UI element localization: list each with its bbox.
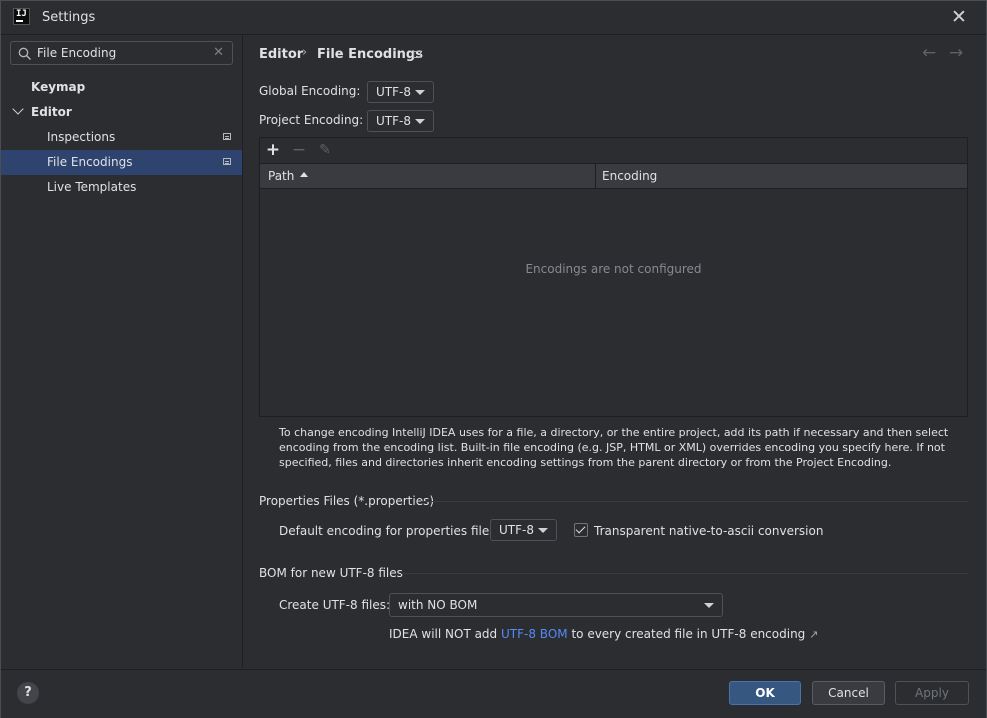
bom-note-prefix: IDEA will NOT add [389, 627, 498, 641]
select-value: UTF-8 [376, 85, 411, 99]
create-utf8-select[interactable]: with NO BOM [389, 593, 723, 617]
breadcrumb-separator: › [302, 45, 308, 60]
sidebar-item-live-templates[interactable]: Live Templates [1, 175, 242, 200]
settings-content: Editor › File Encodings ← → Global Encod… [243, 35, 986, 668]
sidebar-item-inspections[interactable]: Inspections [1, 125, 242, 150]
forward-arrow-icon[interactable]: → [949, 43, 963, 63]
close-icon[interactable]: ✕ [949, 7, 969, 27]
sidebar-item-label: File Encodings [47, 155, 133, 169]
empty-table-text: Encodings are not configured [525, 262, 702, 276]
dropdown-arrow-icon [415, 119, 425, 124]
title-bar: IJ Settings ✕ [1, 1, 986, 35]
sidebar-item-keymap[interactable]: Keymap [1, 75, 242, 100]
breadcrumb-parent[interactable]: Editor [259, 47, 303, 62]
global-encoding-select[interactable]: UTF-8 [367, 81, 434, 103]
clear-search-icon[interactable]: ✕ [213, 45, 224, 61]
properties-section-title: Properties Files (*.properties) [259, 494, 435, 508]
window-title: Settings [42, 10, 96, 25]
dropdown-arrow-icon [415, 90, 425, 95]
search-icon [18, 47, 31, 60]
project-encoding-label: Project Encoding: [259, 113, 364, 127]
project-scope-icon [413, 51, 421, 58]
sidebar-item-label: Inspections [47, 130, 116, 144]
intellij-logo-icon: IJ [13, 8, 30, 25]
sidebar-item-label: Editor [31, 105, 72, 119]
modified-settings-icon [223, 133, 231, 140]
table-header: Path Encoding [260, 163, 967, 189]
utf8-bom-link[interactable]: UTF-8 BOM [501, 627, 568, 641]
edit-icon[interactable]: ✎ [316, 140, 334, 160]
dialog-footer: ? OK Cancel Apply [1, 669, 986, 718]
external-link-icon: ↗ [809, 628, 819, 641]
settings-dialog: IJ Settings ✕ ✕ Keymap Editor Inspection… [0, 0, 987, 718]
encodings-table: + − ✎ Path Encoding Encodings are not co… [259, 137, 968, 417]
sidebar-item-file-encodings[interactable]: File Encodings [1, 150, 242, 175]
section-divider [401, 573, 968, 574]
column-header-path[interactable]: Path [268, 164, 294, 188]
select-value: with NO BOM [398, 598, 478, 612]
create-utf8-label: Create UTF-8 files: [279, 598, 391, 612]
dropdown-arrow-icon [538, 528, 548, 533]
help-button[interactable]: ? [17, 682, 39, 704]
apply-button[interactable]: Apply [895, 681, 969, 705]
properties-default-label: Default encoding for properties files: [279, 524, 500, 538]
global-encoding-label: Global Encoding: [259, 84, 361, 98]
remove-icon[interactable]: − [290, 140, 308, 160]
modified-settings-icon [223, 158, 231, 165]
sidebar-item-editor[interactable]: Editor [1, 100, 242, 125]
transparent-conversion-label[interactable]: Transparent native-to-ascii conversion [594, 524, 823, 538]
project-encoding-select[interactable]: UTF-8 [367, 110, 434, 132]
bom-note-suffix: to every created file in UTF-8 encoding [571, 627, 806, 641]
ok-button[interactable]: OK [729, 681, 801, 705]
chevron-down-icon[interactable] [12, 103, 24, 115]
column-header-encoding[interactable]: Encoding [602, 164, 657, 188]
breadcrumb-current: File Encodings [317, 47, 423, 62]
help-description: To change encoding IntelliJ IDEA uses fo… [279, 426, 949, 469]
sidebar: ✕ Keymap Editor Inspections File Encodin… [1, 35, 243, 668]
sidebar-item-label: Live Templates [47, 180, 137, 194]
bom-note: IDEA will NOT add UTF-8 BOM to every cre… [389, 627, 818, 641]
search-input[interactable] [37, 44, 207, 62]
dropdown-arrow-icon [704, 603, 714, 608]
add-icon[interactable]: + [264, 140, 282, 160]
transparent-conversion-checkbox[interactable] [574, 523, 588, 537]
properties-encoding-select[interactable]: UTF-8 [490, 519, 557, 541]
back-arrow-icon[interactable]: ← [922, 43, 936, 63]
bom-section-title: BOM for new UTF-8 files [259, 566, 403, 580]
select-value: UTF-8 [499, 523, 534, 537]
column-divider[interactable] [595, 164, 596, 188]
cancel-button[interactable]: Cancel [812, 681, 885, 705]
table-toolbar: + − ✎ [260, 138, 967, 162]
section-divider [421, 501, 968, 502]
search-field[interactable]: ✕ [10, 41, 233, 65]
sidebar-item-label: Keymap [31, 80, 86, 94]
select-value: UTF-8 [376, 114, 411, 128]
sort-ascending-icon [300, 172, 308, 177]
